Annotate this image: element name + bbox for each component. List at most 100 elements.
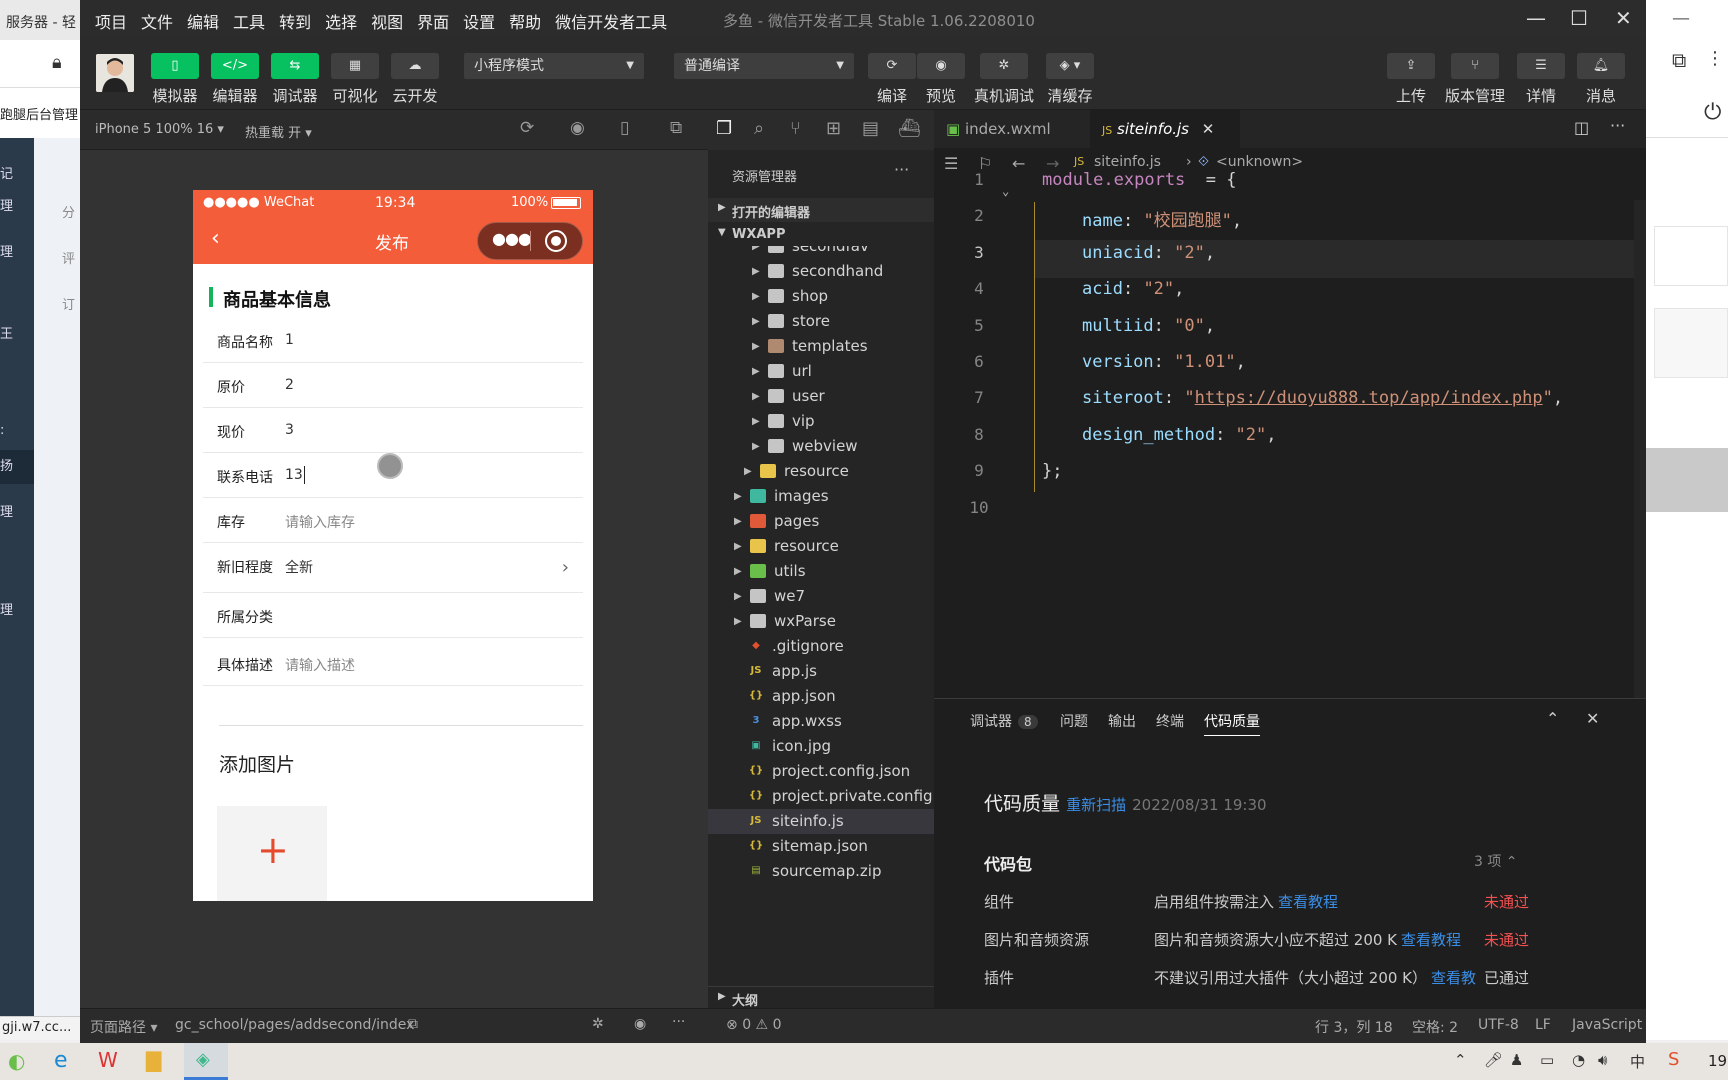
indentation[interactable]: 空格: 2 [1412,1017,1458,1037]
close-button[interactable]: ✕ [1615,6,1632,30]
line-ending[interactable]: LF [1535,1017,1551,1033]
devtools-task[interactable]: ◈ [184,1043,228,1080]
file-item[interactable]: {} project.config.json [708,759,934,784]
form-row[interactable]: 原价 2 [203,363,583,408]
code-line[interactable]: module.exports = { [1042,170,1236,190]
debug-tool-button[interactable]: ⇆ 调试器 [265,53,325,106]
menu-item[interactable]: 转到 [279,9,311,33]
volume-icon[interactable]: 🔊︎ [1598,1051,1607,1069]
background-menu-item[interactable]: 理 [0,594,34,628]
menu-item[interactable]: 微信开发者工具 [555,9,667,33]
code-line[interactable]: siteroot: "https://duoyu888.top/app/inde… [1082,388,1563,408]
menu-item[interactable]: 文件 [141,9,173,33]
folder-item[interactable]: ▶ we7 [708,584,934,609]
tutorial-link[interactable]: 查看教 [1431,969,1476,987]
mode-select[interactable]: 小程序模式 ▼ [464,53,644,79]
minimize-button[interactable]: — [1526,6,1546,30]
background-menu-item[interactable]: 理 [0,236,34,270]
panel-tab[interactable]: 终端 [1156,711,1184,731]
visual-tool-button[interactable]: ▦ 可视化 [325,53,385,106]
layers-tool-button[interactable]: ◈ ▾ 清缓存 [1038,53,1102,106]
background-menu-item[interactable]: : [0,414,34,448]
back-icon[interactable]: ← [1012,154,1025,173]
form-row[interactable]: 现价 3 [203,408,583,453]
phone-tool-button[interactable]: ▯ 模拟器 [145,53,205,106]
scrollbar[interactable] [1634,200,1646,698]
eye-icon[interactable]: ◉ [634,1016,646,1032]
wxapp-section[interactable]: ▼ WXAPP [708,223,934,247]
code-editor[interactable]: ⌄ 1 module.exports = {2 name: "校园跑腿", 3 unia… [934,170,1646,698]
form-row[interactable]: 商品名称 1 [203,318,583,363]
compile-select[interactable]: 普通编译 ▼ [674,53,854,79]
storage-icon[interactable]: ▤ [862,118,879,139]
group-count[interactable]: 3 项 ⌃ [1474,851,1518,871]
files-icon[interactable]: ❐ [716,118,732,139]
extensions-icon[interactable]: ⧉ [1672,48,1686,72]
background-submenu-item[interactable]: 订 [62,294,75,313]
cloud-tool-button[interactable]: ☁ 云开发 [385,53,445,106]
detach-icon[interactable]: ⧉ [670,118,682,138]
field-input[interactable]: 请输入描述 [285,655,355,675]
wifi-icon[interactable]: ◔ [1572,1051,1585,1069]
docker-icon[interactable]: ⛴ [898,118,921,139]
form-row[interactable]: 联系电话 13 [203,453,583,498]
code-line[interactable]: }; [1042,461,1062,481]
file-item[interactable]: {} app.json [708,684,934,709]
menu-item[interactable]: 界面 [417,9,449,33]
open-editors-section[interactable]: ▶ 打开的编辑器 [708,198,934,222]
code-line[interactable]: acid: "2", [1082,279,1184,299]
menu-item[interactable]: 工具 [233,9,265,33]
folder-item[interactable]: ▶ secondhand [708,259,934,284]
folder-item[interactable]: ▶ templates [708,334,934,359]
menu-item[interactable]: 视图 [371,9,403,33]
file-item[interactable]: {} sitemap.json [708,834,934,859]
split-editor-icon[interactable]: ◫ [1574,118,1589,137]
add-image-button[interactable]: + [217,806,327,901]
background-submenu-item[interactable]: 分 [62,202,75,221]
more-icon[interactable]: ··· [894,160,909,179]
code-line[interactable]: multiid: "0", [1082,316,1215,336]
battery-icon[interactable]: ▭ [1540,1051,1554,1069]
file-item[interactable]: ▣ icon.jpg [708,734,934,759]
page-path-label[interactable]: 页面路径 ▾ [90,1017,157,1037]
upload-tool-button[interactable]: ⇪ 上传 [1380,53,1442,106]
encoding[interactable]: UTF-8 [1478,1017,1519,1033]
ime-icon[interactable]: 中 [1630,1051,1645,1072]
field-input[interactable]: 全新 [285,557,313,577]
panel-tab[interactable]: 代码质量 [1204,711,1260,736]
extensions-icon[interactable]: ⊞ [826,118,841,139]
branch-tool-button[interactable]: ⑂ 版本管理 [1444,53,1506,106]
copy-icon[interactable]: ⧉ [408,1016,418,1032]
background-menu-item[interactable]: 理 [0,190,34,224]
file-item[interactable]: JS siteinfo.js [708,809,934,834]
background-menu-item[interactable]: 理 [0,496,34,530]
folder-item[interactable]: ▶ pages [708,509,934,534]
file-item[interactable]: 3 app.wxss [708,709,934,734]
more-icon[interactable]: ··· [1610,116,1625,135]
field-input[interactable]: 13 [285,467,303,483]
tab-index-wxml[interactable]: ▣ index.wxml [934,110,1086,148]
folder-item[interactable]: ▶ secondfav [708,246,934,259]
field-input[interactable]: 请输入库存 [285,512,355,532]
qq-icon[interactable]: ♟ [1510,1051,1523,1069]
folder-item[interactable]: ▶ user [708,384,934,409]
panel-tab[interactable]: 调试器 8 [970,711,1038,731]
close-miniapp-icon[interactable] [545,230,567,252]
outline-section[interactable]: ▶ 大纲 [708,986,934,1009]
close-panel-icon[interactable]: ✕ [1586,709,1599,728]
folder-item[interactable]: ▶ url [708,359,934,384]
hot-reload-select[interactable]: 热重载 开 ▾ [245,122,312,141]
breadcrumb-symbol[interactable]: <unknown> [1216,154,1303,170]
more-icon[interactable]: ⋮ [1706,48,1724,69]
search-icon[interactable]: ⌕ [754,118,764,139]
form-row[interactable]: 库存 请输入库存 [203,498,583,543]
more-icon[interactable]: ··· [672,1014,685,1030]
list-icon[interactable]: ☰ [944,154,958,173]
rescan-link[interactable]: 重新扫描 [1066,796,1126,814]
back-icon[interactable]: ‹ [211,226,220,251]
cursor-position[interactable]: 行 3，列 18 [1315,1017,1393,1037]
collapse-panel-icon[interactable]: ⌃ [1546,709,1559,728]
mic-icon[interactable]: 🎤︎ [1484,1051,1503,1069]
device-icon[interactable]: ▯ [620,118,629,138]
avatar[interactable] [96,54,134,92]
